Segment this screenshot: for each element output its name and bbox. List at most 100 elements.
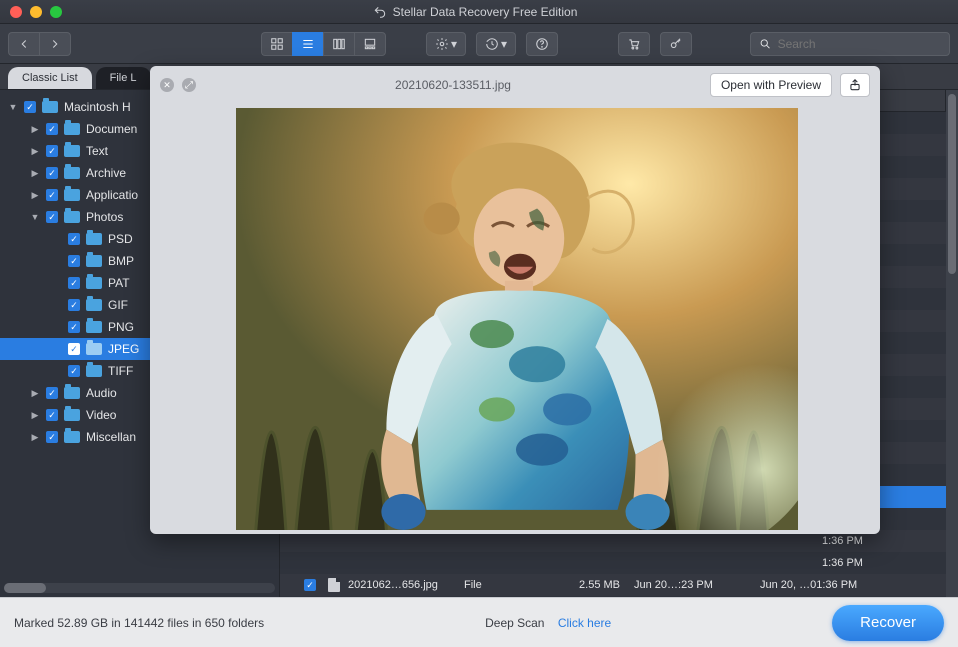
checkbox[interactable]: ✓ <box>46 145 58 157</box>
checkbox[interactable]: ✓ <box>304 579 316 591</box>
disclosure-triangle-icon[interactable]: ▶ <box>30 410 40 421</box>
sidebar-item-label: Documen <box>86 122 137 136</box>
recover-button[interactable]: Recover <box>832 605 944 641</box>
folder-icon <box>42 101 58 113</box>
search-field[interactable] <box>750 32 950 56</box>
titlebar: Stellar Data Recovery Free Edition <box>0 0 958 24</box>
fullscreen-preview-icon[interactable]: ⤢ <box>182 78 196 92</box>
preview-filename: 20210620-133511.jpg <box>204 78 702 92</box>
disclosure-triangle-icon[interactable]: ▼ <box>30 212 40 222</box>
folder-icon <box>86 321 102 333</box>
open-with-preview-button[interactable]: Open with Preview <box>710 73 832 97</box>
folder-icon <box>86 343 102 355</box>
search-input[interactable] <box>778 37 941 51</box>
sidebar-item-label: Photos <box>86 210 123 224</box>
list-view-button[interactable] <box>292 32 323 56</box>
preview-toolbar: ✕ ⤢ 20210620-133511.jpg Open with Previe… <box>150 66 880 104</box>
disclosure-triangle-icon[interactable]: ▶ <box>30 190 40 201</box>
scroll-thumb[interactable] <box>948 94 956 274</box>
file-created: Jun 20, …01:36 PM <box>754 579 946 591</box>
marked-status: Marked 52.89 GB in 141442 files in 650 f… <box>14 616 264 630</box>
key-icon <box>669 37 683 51</box>
folder-icon <box>64 145 80 157</box>
key-button[interactable] <box>660 32 692 56</box>
help-button[interactable] <box>526 32 558 56</box>
checkbox[interactable]: ✓ <box>68 343 80 355</box>
nav-buttons <box>8 32 71 56</box>
folder-icon <box>64 167 80 179</box>
share-icon <box>848 78 862 92</box>
folder-icon <box>86 255 102 267</box>
back-button[interactable] <box>8 32 39 56</box>
column-view-button[interactable] <box>323 32 354 56</box>
checkbox[interactable]: ✓ <box>46 431 58 443</box>
folder-icon <box>64 387 80 399</box>
close-window-icon[interactable] <box>10 6 22 18</box>
sidebar-item-label: Miscellan <box>86 430 136 444</box>
history-icon <box>485 37 499 51</box>
tab-file-list[interactable]: File L <box>96 67 151 89</box>
sidebar-item-label: Audio <box>86 386 117 400</box>
checkbox[interactable]: ✓ <box>46 409 58 421</box>
checkbox[interactable]: ✓ <box>68 365 80 377</box>
sidebar-item-label: PNG <box>108 320 134 334</box>
folder-icon <box>86 365 102 377</box>
checkbox[interactable]: ✓ <box>46 167 58 179</box>
window-title: Stellar Data Recovery Free Edition <box>62 5 888 19</box>
sidebar-item-label: Macintosh H <box>64 100 131 114</box>
share-button[interactable] <box>840 73 870 97</box>
checkbox[interactable]: ✓ <box>68 255 80 267</box>
close-preview-icon[interactable]: ✕ <box>160 78 174 92</box>
zoom-window-icon[interactable] <box>50 6 62 18</box>
traffic-lights <box>10 6 62 18</box>
file-name: 2021062…656.jpg <box>348 579 464 591</box>
file-list-vscroll[interactable] <box>946 90 958 597</box>
folder-icon <box>64 123 80 135</box>
settings-button[interactable]: ▾ <box>426 32 466 56</box>
history-button[interactable]: ▾ <box>476 32 516 56</box>
checkbox[interactable]: ✓ <box>46 211 58 223</box>
tab-classic-list[interactable]: Classic List <box>8 67 92 89</box>
scroll-thumb[interactable] <box>4 583 46 593</box>
minimize-window-icon[interactable] <box>30 6 42 18</box>
cart-button[interactable] <box>618 32 650 56</box>
checkbox[interactable]: ✓ <box>46 123 58 135</box>
sidebar-item-label: JPEG <box>108 342 139 356</box>
file-row[interactable]: 1:36 PM <box>280 552 946 574</box>
disclosure-triangle-icon[interactable]: ▼ <box>8 102 18 112</box>
sidebar-item-label: TIFF <box>108 364 133 378</box>
gallery-view-button[interactable] <box>354 32 386 56</box>
sidebar-hscroll[interactable] <box>4 583 275 593</box>
disclosure-triangle-icon[interactable]: ▶ <box>30 168 40 179</box>
disclosure-triangle-icon[interactable]: ▶ <box>30 124 40 135</box>
disclosure-triangle-icon[interactable]: ▶ <box>30 146 40 157</box>
undo-icon <box>373 5 387 19</box>
forward-button[interactable] <box>39 32 71 56</box>
checkbox[interactable]: ✓ <box>68 299 80 311</box>
file-row[interactable]: ✓2021062…656.jpgFile2.55 MBJun 20…:23 PM… <box>280 574 946 596</box>
file-modified: Jun 20…:23 PM <box>634 579 754 591</box>
folder-icon <box>64 431 80 443</box>
checkbox[interactable]: ✓ <box>24 101 36 113</box>
sidebar-item-label: BMP <box>108 254 134 268</box>
folder-icon <box>64 409 80 421</box>
grid-view-button[interactable] <box>261 32 292 56</box>
disclosure-triangle-icon[interactable]: ▶ <box>30 388 40 399</box>
folder-icon <box>86 277 102 289</box>
file-size: 2.55 MB <box>554 579 634 591</box>
file-row[interactable]: ✓2021062…702.jpgFile2.48 MBJun 20…:23 PM… <box>280 596 946 597</box>
search-icon <box>759 37 772 51</box>
folder-icon <box>64 211 80 223</box>
help-icon <box>535 37 549 51</box>
deep-scan-link[interactable]: Click here <box>558 616 611 630</box>
checkbox[interactable]: ✓ <box>68 321 80 333</box>
disclosure-triangle-icon[interactable]: ▶ <box>30 432 40 443</box>
checkbox[interactable]: ✓ <box>46 387 58 399</box>
checkbox[interactable]: ✓ <box>46 189 58 201</box>
checkbox[interactable]: ✓ <box>68 277 80 289</box>
file-icon <box>328 578 340 592</box>
preview-image <box>236 108 798 530</box>
checkbox[interactable]: ✓ <box>68 233 80 245</box>
folder-icon <box>86 233 102 245</box>
sidebar-item-label: Text <box>86 144 108 158</box>
